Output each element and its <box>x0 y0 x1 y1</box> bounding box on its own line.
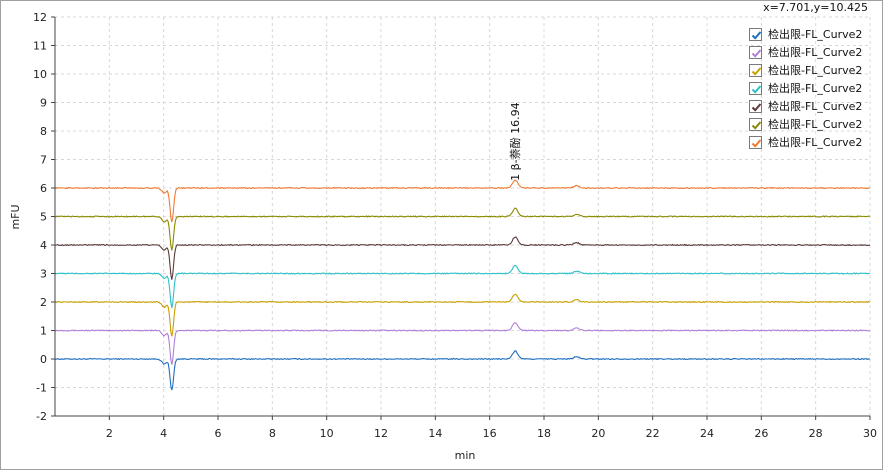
x-tick-label: 16 <box>483 427 497 440</box>
x-tick-label: 14 <box>428 427 442 440</box>
series-line <box>54 179 871 223</box>
cursor-readout: x=7.701,y=10.425 <box>763 1 868 14</box>
x-tick-label: 8 <box>269 427 276 440</box>
x-tick-label: 22 <box>646 427 660 440</box>
y-tick-label: 2 <box>40 296 47 309</box>
series-line <box>54 207 871 251</box>
legend-label: 检出限-FL_Curve2 <box>768 64 863 77</box>
y-tick-label: 12 <box>33 11 47 24</box>
legend-label: 检出限-FL_Curve2 <box>768 100 863 113</box>
y-tick-label: 5 <box>40 211 47 224</box>
y-tick-label: 7 <box>40 154 47 167</box>
y-tick-label: 10 <box>33 68 47 81</box>
y-tick-label: -1 <box>36 382 47 395</box>
checkbox-icon[interactable] <box>749 99 762 113</box>
series-line <box>54 350 871 391</box>
legend-item[interactable]: 检出限-FL_Curve2 <box>749 25 862 43</box>
legend: 检出限-FL_Curve2 检出限-FL_Curve2 检出限-FL_Curve2 检… <box>749 25 862 151</box>
y-tick-label: 4 <box>40 239 47 252</box>
legend-item[interactable]: 检出限-FL_Curve2 <box>749 79 862 97</box>
legend-item[interactable]: 检出限-FL_Curve2 <box>749 115 862 133</box>
checkbox-icon[interactable] <box>749 45 762 59</box>
y-tick-label: 8 <box>40 125 47 138</box>
x-tick-label: 2 <box>106 427 113 440</box>
legend-item[interactable]: 检出限-FL_Curve2 <box>749 97 862 115</box>
x-axis-title: min <box>455 449 476 462</box>
y-tick-label: 9 <box>40 97 47 110</box>
legend-label: 检出限-FL_Curve2 <box>768 28 863 41</box>
legend-label: 检出限-FL_Curve2 <box>768 136 863 149</box>
y-tick-label: -2 <box>36 410 47 423</box>
x-tick-label: 20 <box>591 427 605 440</box>
x-tick-label: 6 <box>215 427 222 440</box>
x-tick-label: 4 <box>160 427 167 440</box>
legend-item[interactable]: 检出限-FL_Curve2 <box>749 133 862 151</box>
x-tick-label: 26 <box>754 427 768 440</box>
y-axis-title: mFU <box>9 204 22 229</box>
legend-item[interactable]: 检出限-FL_Curve2 <box>749 43 862 61</box>
legend-label: 检出限-FL_Curve2 <box>768 82 863 95</box>
y-tick-label: 0 <box>40 353 47 366</box>
chart-frame: -2 -1 0 1 2 3 4 5 6 7 8 9 10 11 12 2 4 6 8 10 12 14 16 18 20 22 24… <box>0 0 883 470</box>
checkbox-icon[interactable] <box>749 117 762 131</box>
x-tick-label: 24 <box>700 427 714 440</box>
x-tick-label: 30 <box>863 427 877 440</box>
checkbox-icon[interactable] <box>749 135 762 149</box>
y-tick-label: 11 <box>33 40 47 53</box>
legend-label: 检出限-FL_Curve2 <box>768 118 863 131</box>
x-tick-label: 12 <box>374 427 388 440</box>
y-tick-label: 6 <box>40 182 47 195</box>
x-tick-label: 28 <box>809 427 823 440</box>
checkbox-icon[interactable] <box>749 81 762 95</box>
x-tick-label: 18 <box>537 427 551 440</box>
y-tick-label: 3 <box>40 268 47 281</box>
legend-item[interactable]: 检出限-FL_Curve2 <box>749 61 862 79</box>
checkbox-icon[interactable] <box>749 27 762 41</box>
y-tick-label: 1 <box>40 325 47 338</box>
peak-annotation: 1 β-萘酚 16.94 <box>508 102 522 180</box>
x-tick-label: 10 <box>320 427 334 440</box>
legend-label: 检出限-FL_Curve2 <box>768 46 863 59</box>
checkbox-icon[interactable] <box>749 63 762 77</box>
